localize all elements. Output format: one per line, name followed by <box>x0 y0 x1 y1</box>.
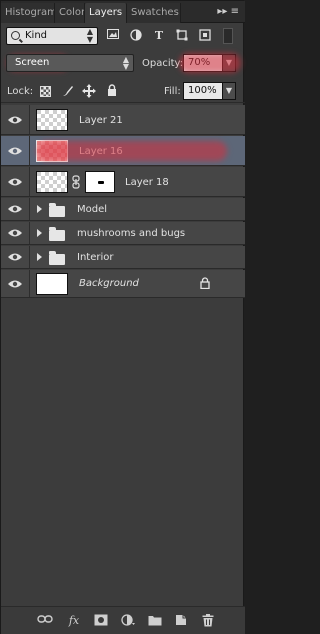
lock-all-icon[interactable] <box>105 84 119 98</box>
image-filter-icon[interactable] <box>106 29 120 43</box>
layer-name[interactable]: Layer 18 <box>125 177 169 188</box>
link-layers-icon[interactable] <box>37 614 53 628</box>
opacity-input[interactable]: 70% <box>183 54 223 72</box>
trash-icon[interactable] <box>200 614 216 628</box>
layer-name[interactable]: Layer 21 <box>79 115 123 126</box>
folder-icon <box>49 251 65 265</box>
panel-menu-button[interactable]: ▸▸ ≡ <box>205 4 239 20</box>
layer-mask-thumbnail[interactable] <box>85 171 115 193</box>
lock-position-icon[interactable] <box>82 84 96 98</box>
layer-name[interactable]: Model <box>77 204 107 215</box>
layer-name[interactable]: Layer 16 <box>79 146 123 157</box>
lock-transparent-pixels-icon[interactable] <box>40 86 51 97</box>
filter-toggle-icon[interactable] <box>223 28 233 44</box>
expand-caret-icon[interactable] <box>37 253 42 261</box>
layer-row-group-model[interactable]: Model <box>1 198 245 221</box>
updown-arrows-icon: ▲ ▼ <box>122 55 129 71</box>
visibility-eye-icon[interactable] <box>7 177 23 187</box>
shape-filter-icon[interactable] <box>175 29 189 43</box>
lock-image-pixels-icon[interactable] <box>61 84 75 98</box>
mask-link-icon[interactable] <box>71 175 81 189</box>
layers-bottom-toolbar: fx <box>1 606 245 634</box>
layer-name[interactable]: mushrooms and bugs <box>77 228 185 239</box>
layers-panel: Histogram Color Layers Swatches ▸▸ ≡ Kin… <box>0 0 245 634</box>
layer-row-layer-21[interactable]: Layer 21 <box>1 105 245 135</box>
fill-label: Fill: <box>164 86 181 97</box>
visibility-column-divider <box>29 167 30 196</box>
opacity-label: Opacity: <box>142 58 184 69</box>
layer-row-layer-16[interactable]: Layer 16 <box>1 136 245 166</box>
visibility-eye-icon[interactable] <box>7 228 23 238</box>
visibility-column-divider <box>29 136 30 165</box>
visibility-eye-icon[interactable] <box>7 146 23 156</box>
panel-tab-bar: Histogram Color Layers Swatches ▸▸ ≡ <box>1 1 245 23</box>
layers-list: Layer 21 Layer 16 Layer 18 Model mushroo… <box>1 105 245 298</box>
fill-input[interactable]: 100% <box>183 82 223 100</box>
new-layer-icon[interactable] <box>173 614 189 628</box>
blend-mode-value: Screen <box>15 57 50 68</box>
tab-layers[interactable]: Layers <box>85 3 127 23</box>
adjustment-filter-icon[interactable] <box>129 29 143 43</box>
visibility-column-divider <box>29 270 30 297</box>
tab-color[interactable]: Color <box>55 3 85 23</box>
layer-thumbnail <box>36 273 68 295</box>
layer-name[interactable]: Background <box>79 278 139 289</box>
visibility-eye-icon[interactable] <box>7 204 23 214</box>
lock-row: Lock: Fill: 100% ▼ <box>1 79 245 103</box>
layer-thumbnail <box>36 140 68 162</box>
adjustment-layer-icon[interactable] <box>120 614 136 628</box>
fx-icon[interactable]: fx <box>66 614 82 628</box>
new-group-folder-icon[interactable] <box>147 614 163 628</box>
layer-row-group-interior[interactable]: Interior <box>1 246 245 269</box>
folder-icon <box>49 203 65 217</box>
fill-slider-toggle[interactable]: ▼ <box>222 82 236 100</box>
add-mask-icon[interactable] <box>93 614 109 628</box>
blend-mode-select[interactable]: Screen ▲ ▼ <box>6 54 134 72</box>
visibility-column-divider <box>29 105 30 134</box>
layer-thumbnail <box>36 109 68 131</box>
updown-arrows-icon: ▲ ▼ <box>86 27 93 44</box>
locked-padlock-icon <box>200 277 210 290</box>
layer-row-group-mushrooms[interactable]: mushrooms and bugs <box>1 222 245 245</box>
visibility-column-divider <box>29 246 30 268</box>
layer-row-background[interactable]: Background <box>1 270 245 298</box>
folder-icon <box>49 227 65 241</box>
visibility-eye-icon[interactable] <box>7 252 23 262</box>
opacity-slider-toggle[interactable]: ▼ <box>222 54 236 72</box>
visibility-eye-icon[interactable] <box>7 115 23 125</box>
search-icon <box>11 31 20 40</box>
visibility-column-divider <box>29 222 30 244</box>
layer-filter-row: Kind ▲ ▼ T <box>1 24 245 48</box>
layer-row-layer-18[interactable]: Layer 18 <box>1 167 245 197</box>
blend-row: Screen ▲ ▼ Opacity: 70% ▼ <box>1 51 245 75</box>
lock-label: Lock: <box>7 86 34 97</box>
tab-histogram[interactable]: Histogram <box>1 3 55 23</box>
tab-swatches[interactable]: Swatches <box>127 3 181 23</box>
expand-caret-icon[interactable] <box>37 229 42 237</box>
visibility-eye-icon[interactable] <box>7 279 23 289</box>
expand-caret-icon[interactable] <box>37 205 42 213</box>
filter-kind-label: Kind <box>25 30 48 41</box>
visibility-column-divider <box>29 198 30 220</box>
layer-name[interactable]: Interior <box>77 252 113 263</box>
filter-kind-select[interactable]: Kind ▲ ▼ <box>6 27 98 45</box>
smart-object-filter-icon[interactable] <box>198 29 212 43</box>
type-filter-icon[interactable]: T <box>152 29 166 43</box>
layer-thumbnail <box>36 171 68 193</box>
